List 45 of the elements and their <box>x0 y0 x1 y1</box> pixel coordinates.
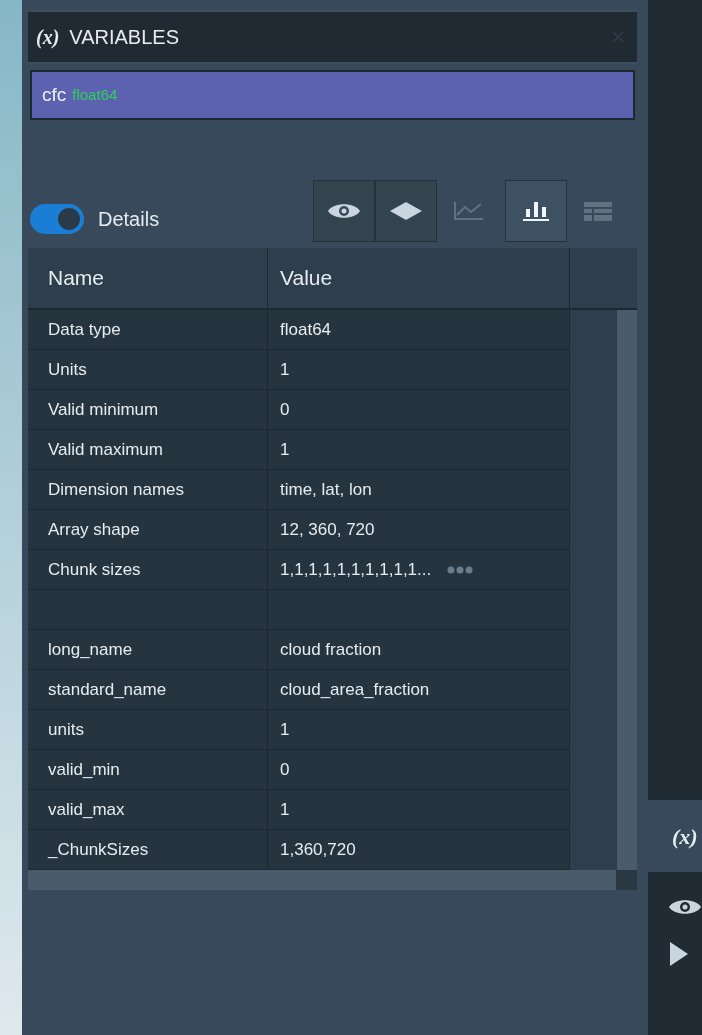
table-cell: Units <box>28 350 268 389</box>
table-cell: 0 <box>268 390 570 429</box>
table-cell: 1 <box>268 710 570 749</box>
scrollbar[interactable] <box>28 870 616 890</box>
table-cell: 12, 360, 720 <box>268 510 570 549</box>
column-header: Name <box>28 248 268 308</box>
line-chart-icon <box>451 200 485 222</box>
table-icon <box>581 200 615 222</box>
table-cell: Data type <box>28 310 268 349</box>
table-cell: long_name <box>28 630 268 669</box>
variable-item[interactable]: cfc float64 <box>30 70 635 120</box>
table-cell: units <box>28 710 268 749</box>
table-cell: valid_max <box>28 790 268 829</box>
diamond-icon <box>389 200 423 222</box>
table-cell: Valid minimum <box>28 390 268 429</box>
table-cell: valid_min <box>28 750 268 789</box>
column-header: Value <box>268 248 570 308</box>
table-cell: Dimension names <box>28 470 268 509</box>
table-cell: cloud_area_fraction <box>268 670 570 709</box>
variable-name: cfc <box>42 82 67 107</box>
panel-title: VARIABLES <box>69 25 179 50</box>
table-cell: 1 <box>268 350 570 389</box>
table-cell: Chunk sizes <box>28 550 268 589</box>
toolbar-button[interactable] <box>313 180 375 242</box>
table-cell: 1 <box>268 790 570 829</box>
play-icon[interactable] <box>668 940 690 968</box>
table-cell: 0 <box>268 750 570 789</box>
scrollbar[interactable] <box>617 310 637 870</box>
table-cell: cloud fraction <box>268 630 570 669</box>
table-cell: 1 <box>268 430 570 469</box>
details-toggle[interactable]: Details <box>30 204 160 242</box>
toggle-switch[interactable] <box>30 204 84 234</box>
table-cell: standard_name <box>28 670 268 709</box>
table-cell: 1,360,720 <box>268 830 570 869</box>
variable-type: float64 <box>72 84 118 105</box>
toolbar-button[interactable] <box>505 180 567 242</box>
toolbar-button[interactable] <box>375 180 437 242</box>
table-cell: Valid maximum <box>28 430 268 469</box>
more-icon[interactable] <box>447 565 474 574</box>
table-cell-text: 1,1,1,1,1,1,1,1,1,1... <box>280 558 432 581</box>
variables-icon: (x) <box>36 22 60 52</box>
table-cell: _ChunkSizes <box>28 830 268 869</box>
table-cell: Array shape <box>28 510 268 549</box>
table-cell: time, lat, lon <box>268 470 570 509</box>
table-cell: float64 <box>268 310 570 349</box>
